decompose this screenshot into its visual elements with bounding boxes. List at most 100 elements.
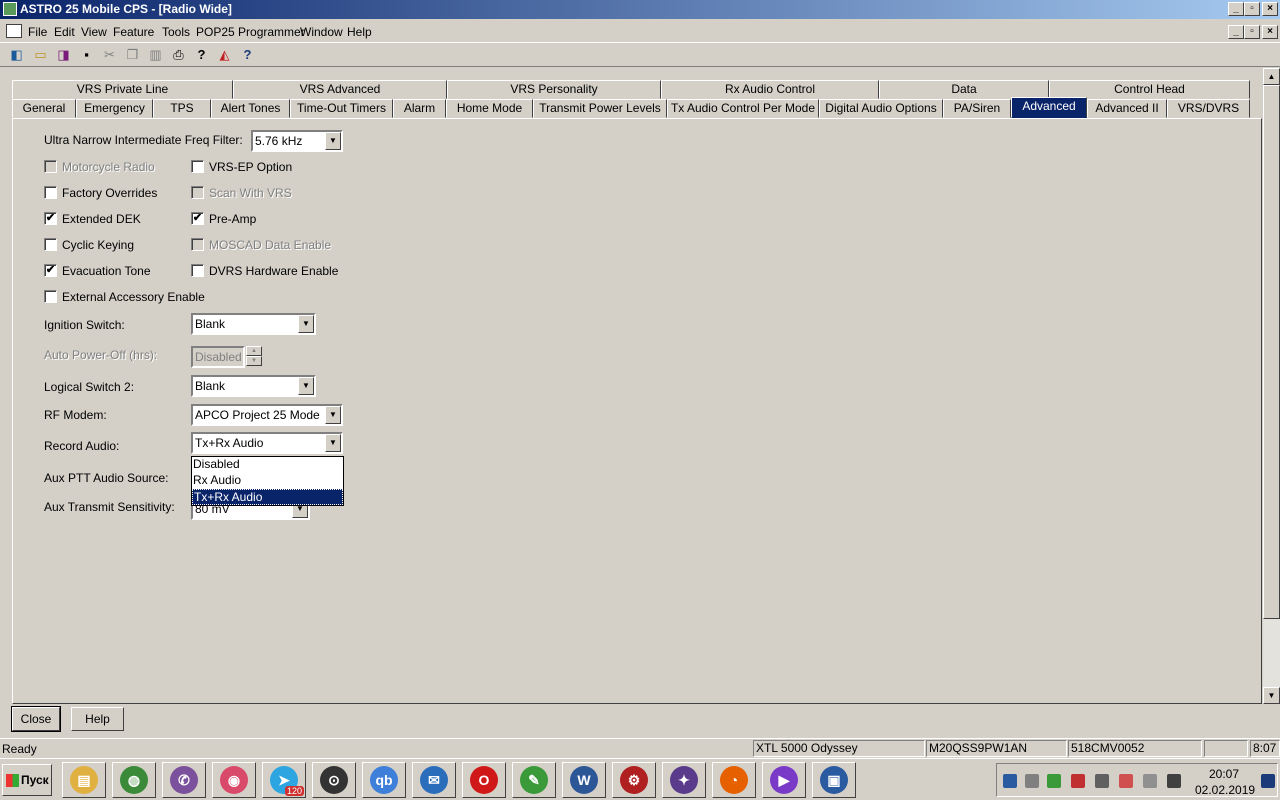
mdi-close-button[interactable]: ×: [1262, 25, 1278, 39]
tab-rx-audio-control[interactable]: Rx Audio Control: [661, 80, 879, 99]
taskbar-app-cps[interactable]: ▣: [812, 762, 856, 798]
volume-icon[interactable]: [1143, 774, 1157, 788]
clock-time[interactable]: 20:07: [1209, 767, 1239, 781]
tab-advanced-ii[interactable]: Advanced II: [1087, 99, 1167, 118]
chevron-down-icon[interactable]: ▼: [298, 315, 314, 333]
taskbar-app-opera[interactable]: O: [462, 762, 506, 798]
logical-switch-2-combo[interactable]: Blank ▼: [191, 375, 316, 397]
menu-pop25-programmer[interactable]: POP25 Programmer: [196, 25, 305, 39]
open-icon[interactable]: ▭: [32, 46, 49, 63]
show-desktop-icon[interactable]: [1261, 774, 1275, 788]
dropdown-option-tx-rx-audio[interactable]: Tx+Rx Audio: [192, 489, 343, 505]
taskbar-app-lock[interactable]: ⊙: [312, 762, 356, 798]
close-window-button[interactable]: ×: [1262, 2, 1278, 16]
chevron-down-icon[interactable]: ▼: [325, 434, 341, 452]
mdi-restore-button[interactable]: ▫: [1244, 25, 1260, 39]
taskbar-app-word[interactable]: W: [562, 762, 606, 798]
help-icon[interactable]: ?: [193, 46, 210, 63]
vertical-scrollbar[interactable]: ▲ ▼: [1263, 68, 1280, 704]
menu-tools[interactable]: Tools: [162, 25, 190, 39]
ignition-switch-combo[interactable]: Blank ▼: [191, 313, 316, 335]
vrs-ep-option-label[interactable]: VRS-EP Option: [209, 160, 292, 174]
cyclic-keying-checkbox[interactable]: [44, 238, 57, 251]
taskbar-app-firefox[interactable]: ◔: [712, 762, 756, 798]
pre-amp-checkbox[interactable]: ✔: [191, 212, 204, 225]
factory-overrides-checkbox[interactable]: [44, 186, 57, 199]
dvrs-hardware-enable-checkbox[interactable]: [191, 264, 204, 277]
language-icon[interactable]: [1003, 774, 1017, 788]
taskbar-app-viber[interactable]: ✆: [162, 762, 206, 798]
evacuation-tone-label[interactable]: Evacuation Tone: [62, 264, 151, 278]
scroll-thumb[interactable]: [1263, 85, 1280, 619]
tab-transmit-power-levels[interactable]: Transmit Power Levels: [533, 99, 667, 118]
evacuation-tone-checkbox[interactable]: ✔: [44, 264, 57, 277]
minimize-button[interactable]: _: [1228, 2, 1244, 16]
paste-icon[interactable]: ▥: [147, 46, 164, 63]
taskbar-app-ball[interactable]: ✦: [662, 762, 706, 798]
notification-icon[interactable]: [1119, 774, 1133, 788]
context-help-icon[interactable]: ?: [239, 46, 256, 63]
chart-icon[interactable]: ◭: [216, 46, 233, 63]
save-icon[interactable]: ▪: [78, 46, 95, 63]
clock-date[interactable]: 02.02.2019: [1195, 783, 1255, 797]
pre-amp-label[interactable]: Pre-Amp: [209, 212, 256, 226]
tab-alarm[interactable]: Alarm: [393, 99, 446, 118]
external-accessory-label[interactable]: External Accessory Enable: [62, 290, 205, 304]
tab-digital-audio-options[interactable]: Digital Audio Options: [819, 99, 943, 118]
taskbar-app-explorer[interactable]: ▤: [62, 762, 106, 798]
dvrs-hardware-enable-label[interactable]: DVRS Hardware Enable: [209, 264, 338, 278]
menu-window[interactable]: Window: [300, 25, 343, 39]
extended-dek-checkbox[interactable]: ✔: [44, 212, 57, 225]
shield-icon[interactable]: [1047, 774, 1061, 788]
maximize-button[interactable]: ▫: [1244, 2, 1260, 16]
copy-icon[interactable]: ❐: [124, 46, 141, 63]
tab-home-mode[interactable]: Home Mode: [446, 99, 533, 118]
print-icon[interactable]: ⎙: [170, 46, 187, 63]
taskbar-app-qbittorrent[interactable]: qb: [362, 762, 406, 798]
factory-overrides-label[interactable]: Factory Overrides: [62, 186, 157, 200]
tab-pa-siren[interactable]: PA/Siren: [943, 99, 1011, 118]
chevron-down-icon[interactable]: ▼: [325, 132, 341, 150]
taskbar-app-edit[interactable]: ✎: [512, 762, 556, 798]
tab-tps[interactable]: TPS: [153, 99, 211, 118]
alert-icon[interactable]: [1071, 774, 1085, 788]
lock-icon[interactable]: [1167, 774, 1181, 788]
cut-icon[interactable]: ✂: [101, 46, 118, 63]
help-button[interactable]: Help: [71, 707, 124, 731]
mdi-minimize-button[interactable]: _: [1228, 25, 1244, 39]
tab-alert-tones[interactable]: Alert Tones: [211, 99, 290, 118]
menu-view[interactable]: View: [81, 25, 107, 39]
menu-help[interactable]: Help: [347, 25, 372, 39]
network-icon[interactable]: [1025, 774, 1039, 788]
chevron-down-icon[interactable]: ▼: [298, 377, 314, 395]
chevron-down-icon[interactable]: ▼: [325, 406, 341, 424]
taskbar-app-thunderbird[interactable]: ✉: [412, 762, 456, 798]
record-audio-combo[interactable]: Tx+Rx Audio ▼: [191, 432, 343, 454]
menu-edit[interactable]: Edit: [54, 25, 75, 39]
tab-vrs-personality[interactable]: VRS Personality: [447, 80, 661, 99]
write-radio-icon[interactable]: ◨: [55, 46, 72, 63]
tab-vrs-private-line[interactable]: VRS Private Line: [12, 80, 233, 99]
vrs-ep-option-checkbox[interactable]: [191, 160, 204, 173]
read-radio-icon[interactable]: ◧: [8, 46, 25, 63]
taskbar-app-globe[interactable]: ◍: [112, 762, 156, 798]
rf-modem-combo[interactable]: APCO Project 25 Mode ▼: [191, 404, 343, 426]
dropdown-option-disabled[interactable]: Disabled: [192, 457, 343, 473]
taskbar-app-media[interactable]: ▶: [762, 762, 806, 798]
tab-emergency[interactable]: Emergency: [76, 99, 153, 118]
uni-filter-combo[interactable]: 5.76 kHz ▼: [251, 130, 343, 152]
tab-time-out-timers[interactable]: Time-Out Timers: [290, 99, 393, 118]
external-accessory-checkbox[interactable]: [44, 290, 57, 303]
device-icon[interactable]: [1095, 774, 1109, 788]
scroll-down-icon[interactable]: ▼: [1263, 687, 1280, 704]
taskbar-app-browser[interactable]: ◉: [212, 762, 256, 798]
cyclic-keying-label[interactable]: Cyclic Keying: [62, 238, 134, 252]
close-button[interactable]: Close: [11, 706, 61, 732]
menu-feature[interactable]: Feature: [113, 25, 154, 39]
tab-advanced[interactable]: Advanced: [1011, 97, 1087, 118]
taskbar-app-telegram[interactable]: ➤ 120: [262, 762, 306, 798]
dropdown-option-rx-audio[interactable]: Rx Audio: [192, 473, 343, 489]
extended-dek-label[interactable]: Extended DEK: [62, 212, 141, 226]
tab-tx-audio-control-per-mode[interactable]: Tx Audio Control Per Mode: [667, 99, 819, 118]
taskbar-app-settings[interactable]: ⚙: [612, 762, 656, 798]
